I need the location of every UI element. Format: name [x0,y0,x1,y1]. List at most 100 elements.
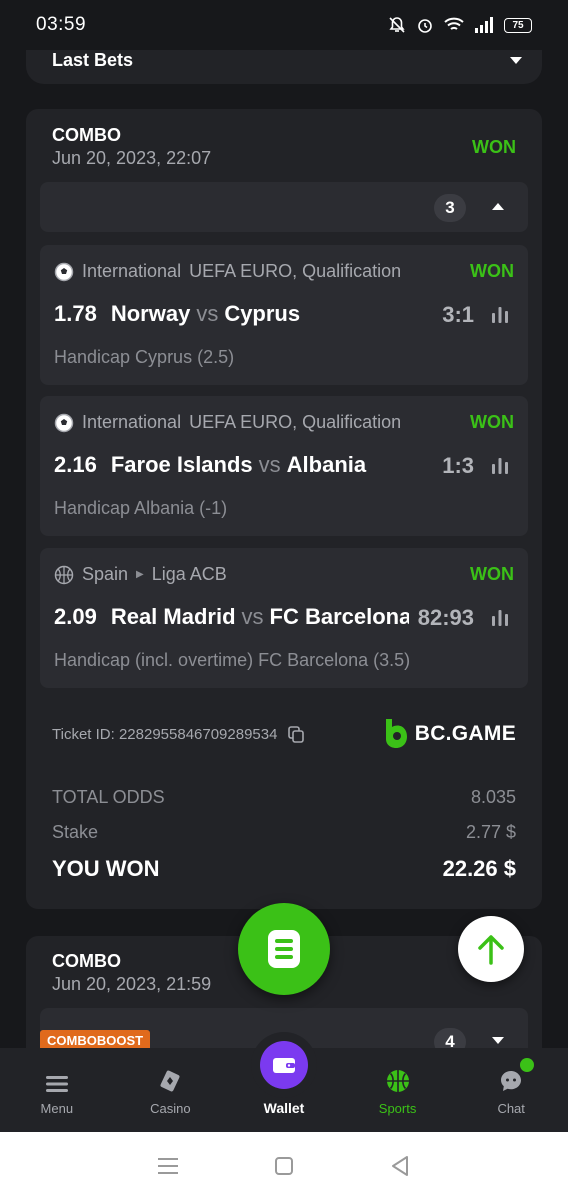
league-country: International [82,412,182,432]
soccer-ball-icon [54,262,74,281]
bet-line: 2.16 Faroe Islands vs Albania [54,452,394,478]
alarm-icon [418,19,432,33]
mute-bell-icon [389,17,405,33]
chevron-down-icon [492,1037,504,1044]
wallet-icon [272,1058,295,1073]
league-info: International UEFA EURO, Qualification [54,261,454,282]
bc-game-logo-icon [385,719,407,748]
league-info: Spain ▶ Liga ACB [54,564,454,585]
scroll-top-button[interactable] [458,916,524,982]
match-score: 3:1 [442,302,474,327]
casino-chip-icon [160,1070,180,1092]
bet-market: Handicap Albania (-1) [54,498,228,518]
betslip-icon [268,930,300,968]
bet-status: WON [470,261,514,281]
bet-odds: 2.16 [54,452,97,477]
nav-label: Chat [497,1101,525,1116]
bet-odds: 2.09 [54,604,97,629]
won-amount: 22.26 $ [442,856,516,881]
bet-status: WON [470,564,514,584]
nav-item-wallet[interactable]: Wallet [227,1032,341,1132]
battery-icon: 75 [504,17,532,33]
bet-line: 2.09 Real Madrid vs FC Barcelona [54,604,409,630]
league-country: International [82,261,182,281]
recent-apps-icon[interactable] [157,1157,179,1175]
vs-label: vs [258,452,281,477]
wifi-icon [444,17,464,30]
status-time: 03:59 [36,14,87,35]
vs-label: vs [196,301,219,326]
menu-icon [45,1076,68,1092]
bet-market: Handicap Cyprus (2.5) [54,347,235,367]
total-odds-value: 8.035 [470,787,516,807]
match-score: 1:3 [442,453,474,478]
online-indicator [519,1058,534,1072]
brand-name: BC.GAME [414,722,516,745]
status-icons: 75 [388,16,532,34]
nav-label: Menu [40,1101,74,1116]
home-team: Norway [110,301,191,326]
chevron-down-icon [510,56,522,64]
nav-item-chat[interactable]: Chat [454,1048,568,1132]
won-label: YOU WON [52,856,160,881]
home-team: Real Madrid [110,604,236,629]
ticket-id: Ticket ID: 2282955846709289534 [52,725,305,743]
match-score: 82:93 [417,605,474,630]
total-odds-label: TOTAL ODDS [52,787,165,807]
stake-label: Stake [52,822,99,842]
stats-icon[interactable] [490,458,510,474]
soccer-ball-icon [54,413,74,432]
nav-item-menu[interactable]: Menu [0,1048,114,1132]
wallet-bubble [250,1032,317,1098]
league-name: UEFA EURO, Qualification [189,261,402,281]
nav-label: Casino [150,1101,191,1116]
wallet-circle [259,1041,308,1089]
home-team: Faroe Islands [110,452,253,477]
ticket-type: COMBO [52,125,121,145]
bet-line: 1.78 Norway vs Cyprus [54,301,394,327]
league-country: Spain [82,564,129,584]
stats-icon[interactable] [490,610,510,626]
won-row: YOU WON 22.26 $ [52,856,516,882]
league-name: Liga ACB [151,564,227,584]
vs-label: vs [241,604,264,629]
league-name: UEFA EURO, Qualification [189,412,402,432]
basketball-icon [386,1070,409,1092]
ticket-type: COMBO [52,951,121,971]
stake-row: Stake 2.77 $ [52,822,516,843]
ticket-id-text: Ticket ID: 2282955846709289534 [52,725,278,743]
bottom-nav: Menu Casino Wallet Sports Chat [0,1032,568,1132]
nav-item-casino[interactable]: Casino [114,1048,228,1132]
basketball-icon [54,565,74,584]
away-team: FC Barcelona [269,604,409,629]
signal-icon [475,17,493,33]
selections-toggle[interactable]: 3 [40,182,528,232]
nav-label: Wallet [263,1100,305,1116]
nav-item-sports[interactable]: Sports [341,1048,455,1132]
betslip-button[interactable] [238,903,330,995]
selections-count: 3 [434,194,466,222]
copy-icon[interactable] [287,725,305,743]
ticket-date: Jun 20, 2023, 22:07 [52,148,212,168]
nav-label: Sports [378,1101,417,1116]
total-odds-row: TOTAL ODDS 8.035 [52,787,516,808]
stake-value: 2.77 $ [465,822,516,842]
breadcrumb-arrow-icon: ▶ [136,569,144,580]
chat-icon [501,1071,522,1091]
bet-selection[interactable]: International UEFA EURO, Qualification W… [40,396,528,536]
bet-odds: 1.78 [54,301,97,326]
home-icon[interactable] [274,1156,294,1176]
chevron-up-icon [492,203,504,210]
bet-selection[interactable]: Spain ▶ Liga ACB WON 2.09 Real Madrid vs… [40,548,528,688]
ticket-date: Jun 20, 2023, 21:59 [52,974,212,994]
away-team: Albania [286,452,367,477]
system-nav-bar [0,1132,568,1200]
bet-selection[interactable]: International UEFA EURO, Qualification W… [40,245,528,385]
status-bar: 03:59 75 [0,0,568,50]
back-icon[interactable] [389,1155,411,1177]
last-bets-title: Last Bets [52,49,134,70]
brand-logo: BC.GAME [383,719,516,749]
stats-icon[interactable] [490,307,510,323]
league-info: International UEFA EURO, Qualification [54,412,454,433]
bet-ticket-card: COMBO Jun 20, 2023, 22:07 WON 3 Internat… [26,109,542,909]
